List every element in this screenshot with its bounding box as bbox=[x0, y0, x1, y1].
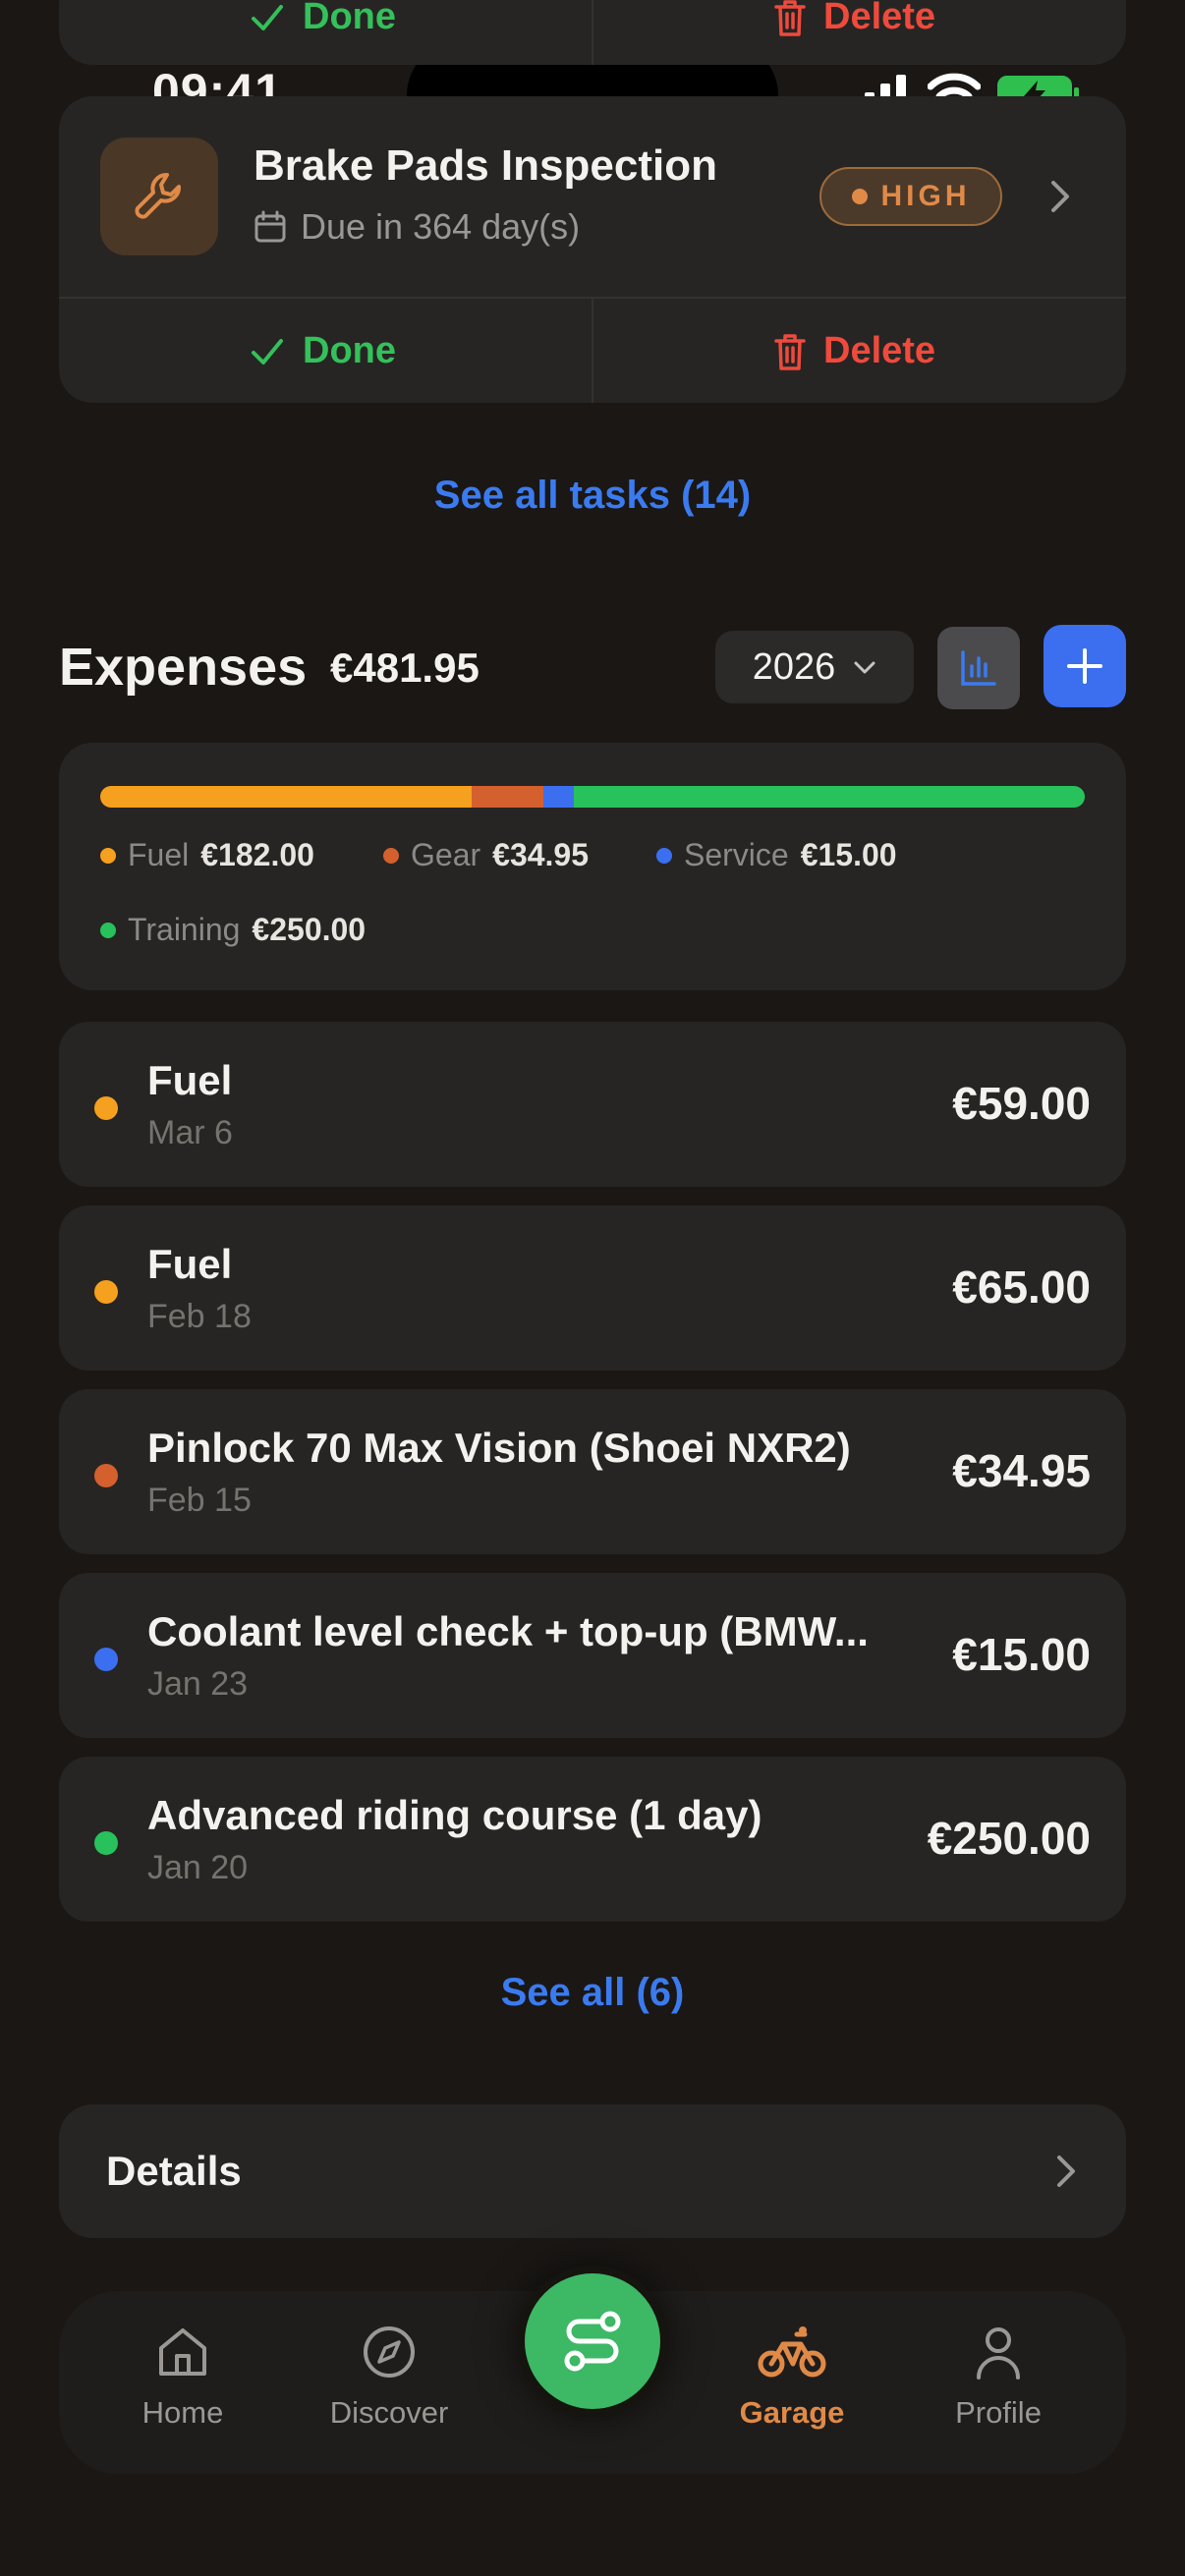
tab-profile-label: Profile bbox=[955, 2395, 1042, 2430]
delete-label: Delete bbox=[823, 330, 936, 371]
task-card-previous: Done Delete bbox=[59, 0, 1126, 65]
legend-label: Training bbox=[128, 912, 241, 947]
expense-name: Advanced riding course (1 day) bbox=[147, 1792, 762, 1838]
expense-breakdown-bar bbox=[100, 786, 1085, 808]
chevron-right-icon[interactable] bbox=[1045, 177, 1075, 216]
tab-discover[interactable]: Discover bbox=[301, 2323, 478, 2431]
legend-dot bbox=[383, 847, 399, 864]
expense-amount: €34.95 bbox=[952, 1445, 1091, 1496]
task-title: Brake Pads Inspection bbox=[254, 141, 717, 190]
expense-date: Feb 15 bbox=[147, 1482, 252, 1519]
category-dot bbox=[94, 1464, 118, 1487]
bicycle-icon bbox=[758, 2326, 826, 2378]
expense-date: Jan 23 bbox=[147, 1665, 249, 1703]
legend-label: Fuel bbox=[128, 837, 190, 872]
priority-label: HIGH bbox=[880, 180, 971, 212]
legend-training: Training €250.00 bbox=[100, 912, 366, 948]
calendar-icon bbox=[254, 210, 286, 243]
year-label: 2026 bbox=[752, 645, 836, 688]
plus-icon bbox=[1067, 648, 1102, 684]
tab-garage-label: Garage bbox=[739, 2395, 845, 2430]
home-icon bbox=[159, 2328, 206, 2376]
expense-date: Jan 20 bbox=[147, 1849, 249, 1886]
expense-row[interactable]: Advanced riding course (1 day) Jan 20 €2… bbox=[59, 1757, 1126, 1922]
details-label: Details bbox=[106, 2148, 242, 2194]
check-icon bbox=[252, 338, 283, 364]
legend-dot bbox=[100, 922, 116, 938]
delete-label: Delete bbox=[823, 0, 936, 37]
chevron-down-icon bbox=[854, 661, 875, 674]
tab-home-label: Home bbox=[141, 2395, 224, 2430]
expense-amount: €15.00 bbox=[952, 1629, 1091, 1680]
delete-button[interactable]: Delete bbox=[772, 0, 935, 38]
expense-name: Coolant level check + top-up (BMW... bbox=[147, 1608, 869, 1654]
legend-dot bbox=[100, 847, 116, 864]
legend-label: Gear bbox=[411, 837, 481, 872]
legend-service: Service €15.00 bbox=[656, 837, 897, 873]
check-icon bbox=[252, 4, 283, 30]
category-dot bbox=[94, 1280, 118, 1304]
chevron-right-icon bbox=[1057, 2156, 1075, 2187]
legend-fuel: Fuel €182.00 bbox=[100, 837, 314, 873]
action-divider bbox=[592, 299, 593, 403]
task-due-text: Due in 364 day(s) bbox=[301, 206, 581, 247]
route-icon bbox=[564, 2311, 621, 2372]
priority-dot bbox=[851, 189, 868, 204]
expense-name: Fuel bbox=[147, 1241, 233, 1287]
legend-amount: €15.00 bbox=[800, 837, 897, 872]
expense-row[interactable]: Pinlock 70 Max Vision (Shoei NXR2) Feb 1… bbox=[59, 1389, 1126, 1554]
expense-row[interactable]: Fuel Mar 6 €59.00 bbox=[59, 1022, 1126, 1187]
expense-row[interactable]: Fuel Feb 18 €65.00 bbox=[59, 1205, 1126, 1371]
year-selector[interactable]: 2026 bbox=[715, 631, 914, 703]
expense-row[interactable]: Coolant level check + top-up (BMW... Jan… bbox=[59, 1573, 1126, 1738]
tab-profile[interactable]: Profile bbox=[910, 2323, 1087, 2431]
expense-amount: €59.00 bbox=[952, 1078, 1091, 1129]
task-icon-box bbox=[100, 138, 218, 255]
tab-discover-label: Discover bbox=[329, 2395, 449, 2430]
delete-button[interactable]: Delete bbox=[772, 330, 935, 372]
task-due: Due in 364 day(s) bbox=[254, 206, 580, 248]
trash-icon bbox=[774, 333, 806, 370]
see-all-tasks-link[interactable]: See all tasks (14) bbox=[0, 474, 1185, 518]
details-row[interactable]: Details bbox=[59, 2104, 1126, 2238]
category-dot bbox=[94, 1831, 118, 1855]
done-button[interactable]: Done bbox=[248, 0, 396, 38]
bar-segment-fuel bbox=[100, 786, 473, 808]
tab-garage[interactable]: Garage bbox=[704, 2323, 880, 2431]
bar-segment-service bbox=[543, 786, 575, 808]
expense-amount: €250.00 bbox=[927, 1813, 1091, 1864]
legend-dot bbox=[656, 847, 672, 864]
category-dot bbox=[94, 1648, 118, 1671]
legend-gear: Gear €34.95 bbox=[383, 837, 589, 873]
see-all-expenses-link[interactable]: See all (6) bbox=[0, 1971, 1185, 2015]
chart-view-button[interactable] bbox=[937, 627, 1020, 709]
legend-amount: €250.00 bbox=[252, 912, 367, 947]
expense-name: Pinlock 70 Max Vision (Shoei NXR2) bbox=[147, 1425, 851, 1471]
legend-label: Service bbox=[684, 837, 789, 872]
bar-segment-training bbox=[574, 786, 1085, 808]
action-divider bbox=[592, 0, 593, 65]
bar-chart-icon bbox=[961, 650, 996, 686]
add-expense-button[interactable] bbox=[1044, 625, 1126, 707]
legend-amount: €34.95 bbox=[492, 837, 590, 872]
expenses-title: Expenses bbox=[59, 638, 308, 697]
compass-icon bbox=[364, 2326, 415, 2378]
expense-name: Fuel bbox=[147, 1057, 233, 1103]
tab-home[interactable]: Home bbox=[94, 2323, 271, 2431]
expenses-total: €481.95 bbox=[330, 644, 480, 691]
wrench-icon bbox=[135, 173, 181, 219]
done-button[interactable]: Done bbox=[248, 330, 396, 372]
category-dot bbox=[94, 1096, 118, 1120]
trash-icon bbox=[774, 0, 806, 36]
done-label: Done bbox=[303, 330, 396, 371]
done-label: Done bbox=[303, 0, 396, 37]
route-fab-button[interactable] bbox=[517, 2266, 668, 2417]
expense-date: Mar 6 bbox=[147, 1114, 233, 1151]
bar-segment-gear bbox=[472, 786, 544, 808]
person-icon bbox=[977, 2327, 1020, 2380]
expense-amount: €65.00 bbox=[952, 1261, 1091, 1313]
priority-badge: HIGH bbox=[819, 167, 1002, 226]
legend-amount: €182.00 bbox=[200, 837, 314, 872]
expense-date: Feb 18 bbox=[147, 1298, 252, 1335]
